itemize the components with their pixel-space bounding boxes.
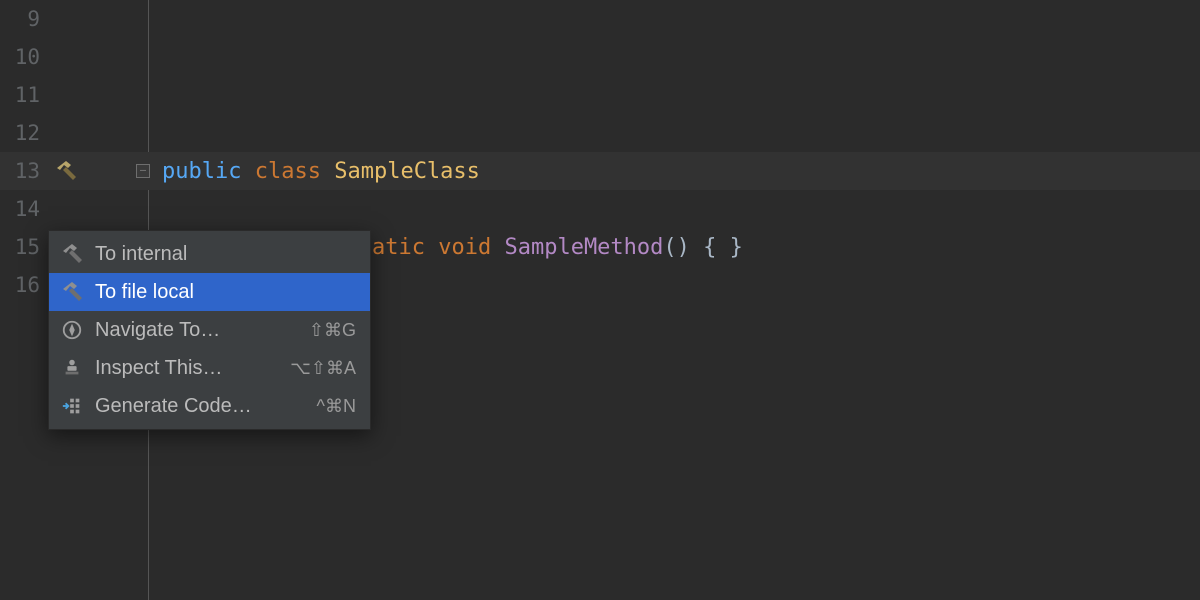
editor-line[interactable]: 14: [0, 190, 1200, 228]
hammer-icon[interactable]: [54, 159, 78, 183]
code-content-partial[interactable]: atic void SampleMethod() { }: [372, 235, 743, 260]
inspect-icon: [59, 355, 85, 381]
menu-label: To internal: [95, 243, 356, 266]
line-number: 14: [0, 197, 48, 221]
keyword-static-partial: atic: [372, 235, 425, 260]
menu-item-inspect-this[interactable]: Inspect This… ⌥⇧⌘A: [49, 349, 370, 387]
menu-shortcut: ⌥⇧⌘A: [290, 358, 356, 379]
menu-label: To file local: [95, 281, 356, 304]
menu-item-to-internal[interactable]: To internal: [49, 235, 370, 273]
line-number: 11: [0, 83, 48, 107]
keyword-void: void: [438, 235, 491, 260]
menu-label: Inspect This…: [95, 357, 278, 380]
menu-label: Generate Code…: [95, 395, 305, 418]
editor-line[interactable]: 11: [0, 76, 1200, 114]
gutter-icon-area[interactable]: –: [48, 159, 148, 183]
line-number: 10: [0, 45, 48, 69]
menu-shortcut: ⇧⌘G: [309, 320, 356, 341]
line-number: 16: [0, 273, 48, 297]
menu-item-navigate-to[interactable]: Navigate To… ⇧⌘G: [49, 311, 370, 349]
line-number: 12: [0, 121, 48, 145]
keyword-class: class: [255, 159, 321, 184]
code-content[interactable]: public class SampleClass: [148, 159, 480, 184]
fold-handle-icon[interactable]: –: [136, 164, 150, 178]
menu-shortcut: ^⌘N: [317, 396, 356, 417]
class-name: SampleClass: [334, 159, 480, 184]
line-number: 15: [0, 235, 48, 259]
generate-icon: [59, 393, 85, 419]
braces: { }: [703, 235, 743, 260]
editor-line-current[interactable]: 13 – public class SampleClass: [0, 152, 1200, 190]
editor-line[interactable]: 12: [0, 114, 1200, 152]
code-editor[interactable]: 9 10 11 12 13 – public class SampleClass…: [0, 0, 1200, 600]
keyword-public: public: [162, 159, 241, 184]
line-number: 13: [0, 159, 48, 183]
editor-line[interactable]: 10: [0, 38, 1200, 76]
compass-icon: [59, 317, 85, 343]
intention-actions-menu[interactable]: To internal To file local Navigate To… ⇧…: [48, 230, 371, 430]
method-name: SampleMethod: [504, 235, 663, 260]
menu-label: Navigate To…: [95, 319, 297, 342]
hammer-icon: [59, 279, 85, 305]
menu-item-generate-code[interactable]: Generate Code… ^⌘N: [49, 387, 370, 425]
parens: (): [663, 235, 690, 260]
line-number: 9: [0, 7, 48, 31]
editor-line[interactable]: 9: [0, 0, 1200, 38]
hammer-icon: [59, 241, 85, 267]
menu-item-to-file-local[interactable]: To file local: [49, 273, 370, 311]
